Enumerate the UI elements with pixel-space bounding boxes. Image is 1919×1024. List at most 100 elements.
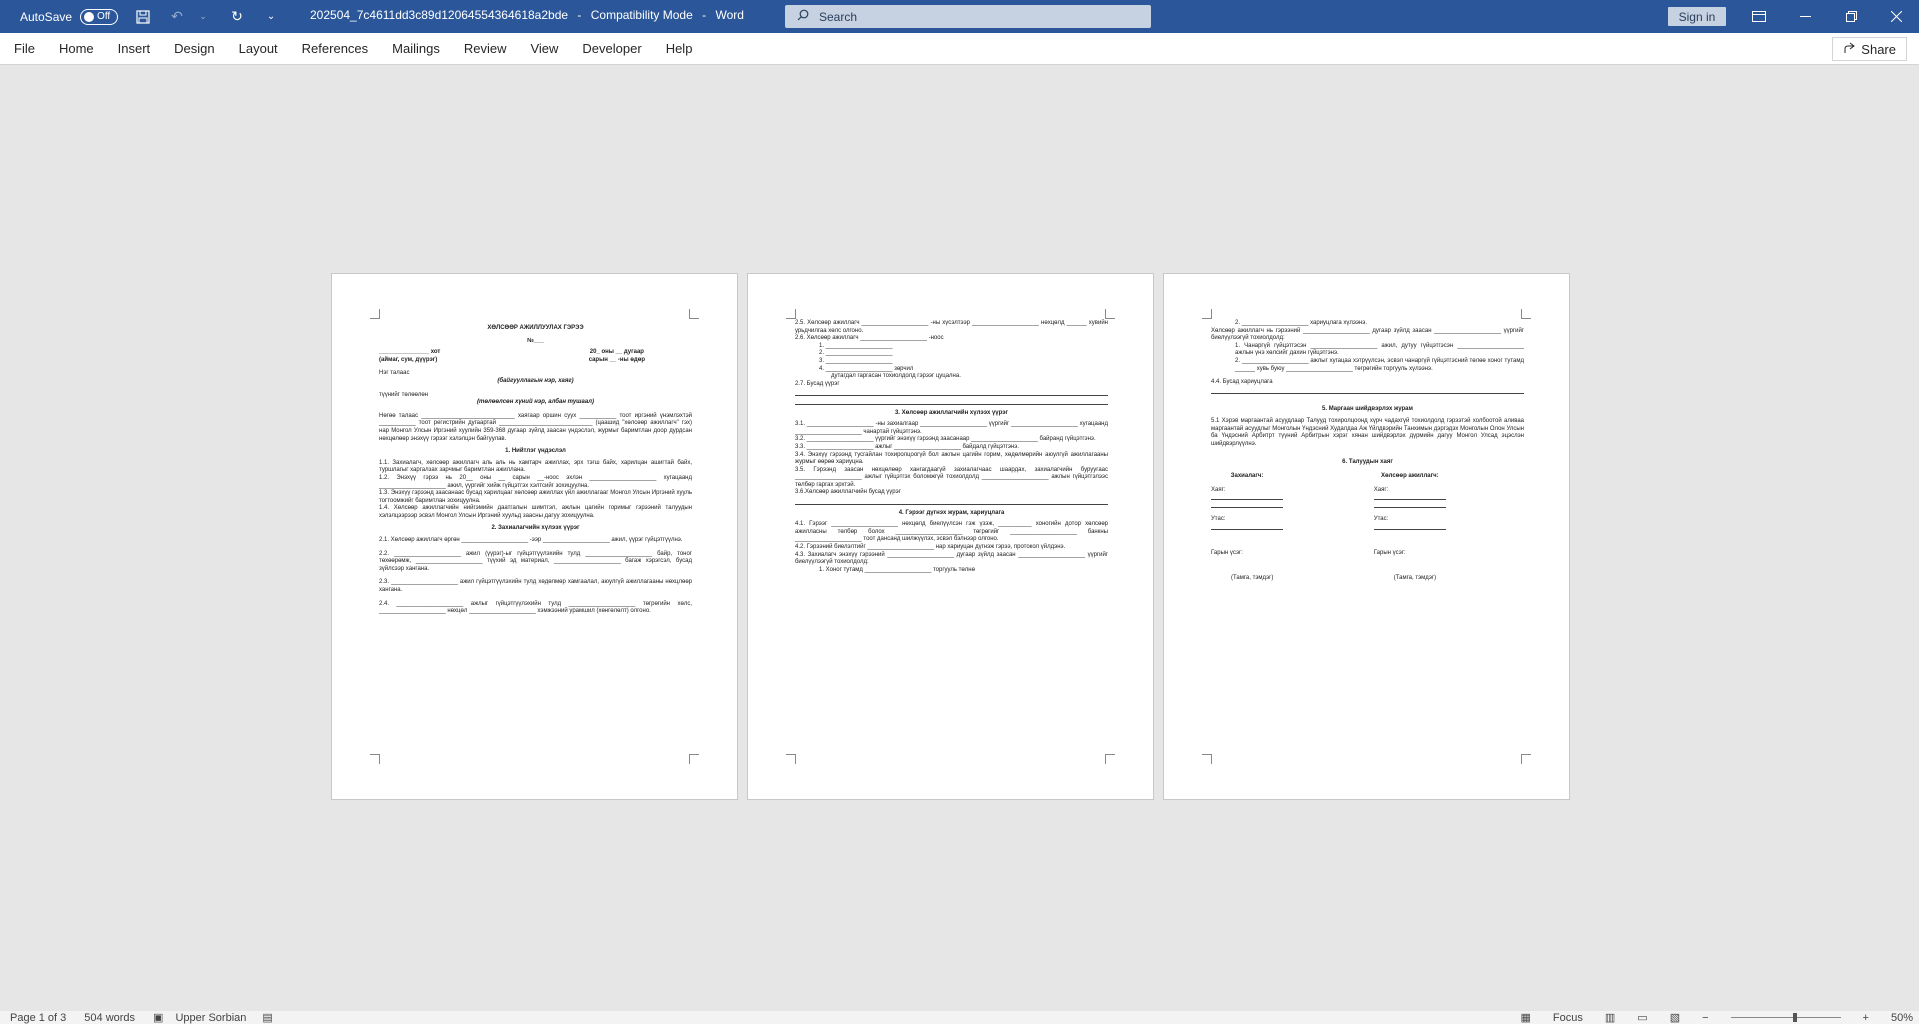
list-item: 1. Хоног тутамд ____________________ тор… [819,566,975,573]
restore-icon[interactable] [1828,0,1874,33]
list-item: 1. ____________________ [819,342,893,349]
clause: 3.3. ____________________ ажлыг ________… [795,443,1019,450]
tab-home[interactable]: Home [47,33,106,65]
margin-mark [786,309,796,319]
clause: 3.4. Энэхүү гэрээнд тусгайлан тохиролцоо… [795,451,1108,466]
page-2[interactable]: 2.5. Хөлсөөр ажиллагч __________________… [747,273,1154,800]
clause: 2.7. Бусад үүрэг [795,380,840,387]
clause: 1.4. Хөлсөөр ажиллагчийн нийгэмийн даатг… [379,505,692,519]
minimize-icon[interactable] [1782,0,1828,33]
redo-icon[interactable]: ↻ [228,8,246,26]
clause: 2.1. Хөлсөөр ажиллагч өргөн ____________… [379,537,683,544]
section-heading: 3. Хөлсөөр ажиллагчийн хүлээх үүрэг [894,409,1009,416]
accessibility-icon[interactable]: ▤ [262,1011,272,1024]
ribbon-tabs: File Home Insert Design Layout Reference… [0,33,1919,65]
list-item: 3. ____________________ [819,357,893,364]
tab-help[interactable]: Help [654,33,705,65]
page-count[interactable]: Page 1 of 3 [10,1012,66,1024]
tab-mailings[interactable]: Mailings [380,33,452,65]
document-canvas[interactable]: ХӨЛСӨӨР АЖИЛЛУУЛАХ ГЭРЭЭ №___ __________… [0,65,1919,1011]
margin-mark [1521,754,1531,764]
contract-number: №___ [527,337,544,344]
customize-toolbar-icon[interactable]: ⌄ [262,8,280,26]
share-label: Share [1861,41,1896,57]
margin-mark [1521,309,1531,319]
save-icon[interactable] [134,8,152,26]
print-layout-icon[interactable]: ▭ [1637,1011,1647,1024]
section-heading: 4. Гэрээг дүгнэх журам, хариуцлага [898,509,1005,516]
close-icon[interactable] [1873,0,1919,33]
tab-review[interactable]: Review [452,33,519,65]
section-heading: 5. Маргаан шийдвэрлэх журам [1322,406,1413,413]
address-label: Хаяг: [1373,486,1389,493]
ribbon-display-options-icon[interactable] [1736,0,1782,33]
status-bar-right: ▦ Focus ▥ ▭ ▧ − + 50% [1511,1011,1914,1024]
stamp-label: (Тамга, тэмдэг) [1231,575,1274,582]
focus-label[interactable]: Focus [1553,1012,1583,1024]
phone-label: Утас: [1211,516,1226,523]
signature-label: Гарын үсэг: [1211,549,1243,556]
web-layout-icon[interactable]: ▧ [1670,1011,1680,1024]
city-line: _______________ хот [379,349,441,356]
date-line: 20_ оны __ дугаар [589,349,644,356]
search-placeholder: Search [819,9,858,24]
undo-dropdown-icon[interactable]: ⌄ [194,8,212,26]
word-count[interactable]: 504 words [84,1012,135,1024]
party-line: Нэг талаас [379,370,410,377]
tab-file[interactable]: File [2,33,47,65]
list-item: 4. ____________________ зөрчил [819,365,914,372]
title-separator: - [702,8,707,22]
clause: 2.2. ____________________ ажил (үүрэг)-ы… [379,550,692,572]
zoom-out-icon[interactable]: − [1702,1012,1708,1024]
zoom-slider[interactable] [1730,1013,1841,1022]
clause: Хөлсөөр ажиллагч нь гэрээний ___________… [1211,327,1524,342]
autosave-toggle[interactable]: Off [80,8,119,25]
margin-mark [1105,754,1115,764]
title-separator: - [577,8,582,22]
autosave-label: AutoSave [20,9,73,24]
document-name: 202504_7c4611dd3c89d12064554364618a2bde [310,8,569,22]
zoom-thumb[interactable] [1792,1013,1797,1022]
worker-heading: Хөлсөөр ажиллагч: [1381,472,1439,479]
tab-layout[interactable]: Layout [227,33,290,65]
blank-line [795,497,1108,505]
blank-line [1211,387,1524,395]
tab-insert[interactable]: Insert [106,33,163,65]
intro-paragraph: Нөгөө талаас ___________________________… [379,412,692,442]
blank-line [795,397,1108,405]
tab-developer[interactable]: Developer [570,33,653,65]
language[interactable]: Upper Sorbian [175,1012,246,1024]
read-mode-icon[interactable]: ▥ [1605,1011,1615,1024]
proofing-icon[interactable]: ▣ [153,1011,163,1024]
contract-title: ХӨЛСӨӨР АЖИЛЛУУЛАХ ГЭРЭЭ [487,325,584,331]
clause: 1.2. Энэхүү гэрээ нь 20__ оны __ сарын _… [379,474,692,489]
clause: 4.4. Бусад хариуцлага [1211,379,1273,386]
sign-in-button[interactable]: Sign in [1668,7,1726,26]
tab-view[interactable]: View [518,33,570,65]
clause: 3.6.Хөлсөөр ажиллагчийн бусад үүрэг [795,489,901,496]
tab-references[interactable]: References [290,33,380,65]
autosave-state: Off [97,11,111,22]
focus-icon[interactable]: ▦ [1521,1011,1531,1024]
address-table: Захиалагч: Хаяг: Утас: Гарын үсэг: (Тамг… [1211,471,1524,583]
list-item: 2. ____________________ ажлыг хугацаа хэ… [1235,357,1524,372]
date-sub: сарын __ -ны өдөр [588,356,646,363]
address-label: Хаяг: [1211,486,1226,493]
stamp-label: (Тамга, тэмдэг) [1393,575,1437,582]
phone-label: Утас: [1373,516,1389,523]
clause: 2.6. Хөлсөөр ажиллагч __________________… [795,335,944,342]
search-input[interactable]: Search [785,5,1151,28]
clause: 3.2. ____________________ үүргийг энэхүү… [795,436,1096,443]
undo-icon[interactable]: ↶ [168,8,186,26]
margin-mark [370,754,380,764]
share-button[interactable]: Share [1832,37,1907,61]
page-1[interactable]: ХӨЛСӨӨР АЖИЛЛУУЛАХ ГЭРЭЭ №___ __________… [331,273,738,800]
zoom-in-icon[interactable]: + [1863,1012,1869,1024]
document-title: 202504_7c4611dd3c89d12064554364618a2bde … [310,8,744,22]
tab-design[interactable]: Design [162,33,226,65]
title-bar: AutoSave Off ↶ ⌄ ↻ ⌄ 202504_7c4611dd3c89… [0,0,1919,33]
zoom-level[interactable]: 50% [1891,1012,1913,1024]
page-3[interactable]: 2. ____________________ хариуцлага хүлээ… [1163,273,1570,800]
clause: 4.3. Захиалагч энэхүү гэрээний _________… [795,551,1108,566]
clause: 4.2. Гэрээний биелэлтийг _______________… [795,544,1066,551]
